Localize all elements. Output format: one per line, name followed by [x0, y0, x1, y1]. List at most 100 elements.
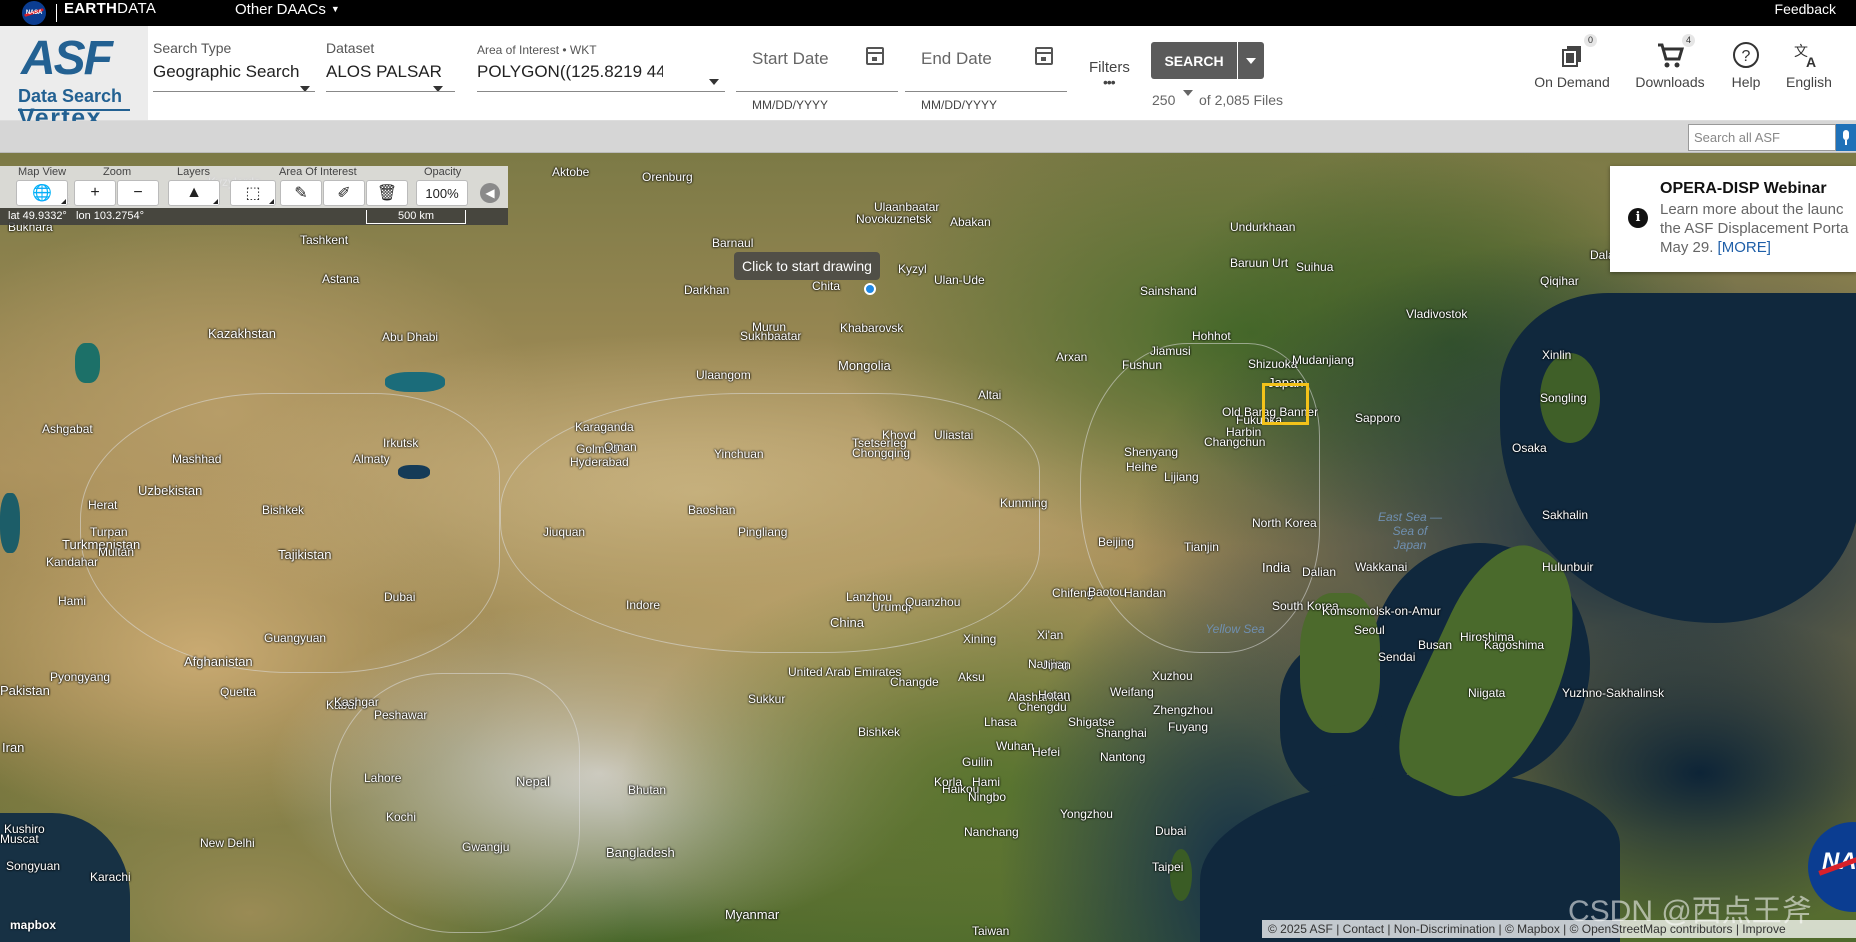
map-place-label: Mongolia — [838, 358, 891, 373]
map-place-label: Changchun — [1204, 435, 1266, 449]
nasa-logo-icon[interactable]: NASA — [22, 1, 46, 25]
field-underline — [477, 91, 725, 92]
layers-button[interactable]: ▲ — [168, 180, 220, 206]
aoi-label: Area of Interest • WKT — [477, 43, 597, 57]
filters-button[interactable]: Filters ••• — [1089, 59, 1130, 90]
map-place-label: Karachi — [90, 870, 131, 884]
language-button[interactable]: 文A English — [1786, 40, 1832, 90]
search-type-select[interactable]: Search Type Geographic Search — [153, 40, 315, 92]
map-place-label: Quetta — [220, 685, 257, 699]
microphone-icon[interactable] — [1836, 124, 1856, 151]
area-of-interest-box[interactable] — [1262, 383, 1309, 425]
search-all-asf-input[interactable]: Search all ASF — [1688, 124, 1836, 151]
map-place-label: Hyderabad — [570, 455, 629, 469]
feedback-link[interactable]: Feedback — [1775, 0, 1836, 18]
map-place-label: Wuhan — [996, 739, 1034, 753]
calendar-icon[interactable] — [1035, 47, 1053, 65]
map-place-label: Handan — [1124, 586, 1167, 600]
map-view-button[interactable]: 🌐 — [16, 180, 68, 206]
caret-down-icon: ▼ — [330, 4, 340, 14]
dataset-value: ALOS PALSAR — [326, 62, 442, 81]
calendar-icon[interactable] — [866, 47, 884, 65]
map-place-label: Baoshan — [688, 503, 736, 517]
edit-aoi-button[interactable]: ✎ — [280, 180, 322, 206]
map-place-label: Nepal — [516, 774, 550, 789]
sea-label: Yellow Sea — [1205, 622, 1265, 636]
dataset-select[interactable]: Dataset ALOS PALSAR — [326, 40, 455, 92]
map-place-label: New Delhi — [200, 836, 255, 850]
map-place-label: Almaty — [353, 452, 390, 466]
map-place-label: Myanmar — [725, 907, 780, 922]
map-place-label: Niigata — [1468, 686, 1506, 700]
map-place-label: Xi'an — [1037, 628, 1064, 642]
map-place-label: Heihe — [1126, 460, 1158, 474]
zoom-out-button[interactable]: − — [117, 180, 159, 206]
aoi-options-caret-icon[interactable] — [709, 79, 719, 85]
opacity-select[interactable]: 100% — [416, 180, 468, 206]
pencil-icon: ✎ — [294, 185, 308, 202]
start-date-format-hint: MM/DD/YYYY — [752, 98, 829, 112]
sea-label: East Sea — Sea of Japan — [1377, 510, 1443, 552]
delete-aoi-button[interactable]: 🗑 — [366, 180, 408, 206]
notification-more-link[interactable]: [MORE] — [1718, 239, 1771, 256]
map-place-label: Bangladesh — [606, 845, 675, 860]
map-view[interactable]: Kazakhstan Mongolia China Uzbekistan Turkmen… — [0, 153, 1856, 942]
more-dots-icon: ••• — [1103, 74, 1116, 90]
downloads-button[interactable]: 4 Downloads — [1632, 34, 1708, 90]
max-results-select[interactable]: 250 — [1152, 92, 1175, 108]
watermark: CSDN @西点王斧 — [1568, 895, 1812, 928]
clear-edit-button[interactable]: ✐ — [323, 180, 365, 206]
other-daacs-menu[interactable]: Other DAACs ▼ — [235, 0, 340, 19]
aoi-wkt-input[interactable]: Area of Interest • WKT POLYGON((125.8219… — [477, 43, 725, 92]
other-daacs-label: Other DAACs — [235, 1, 326, 18]
notification-body: Learn more about the launc the ASF Displ… — [1660, 200, 1856, 257]
end-date-input[interactable]: End Date MM/DD/YYYY — [905, 47, 1067, 112]
draw-box-button[interactable]: ⬚ — [230, 180, 276, 206]
dropdown-corner-icon — [213, 199, 218, 204]
result-count: of 2,085 Files — [1199, 92, 1284, 108]
east-china-sea-water — [1200, 773, 1620, 942]
map-place-label: Indore — [626, 598, 661, 612]
start-date-input[interactable]: Start Date MM/DD/YYYY — [736, 47, 898, 112]
map-place-label: Astana — [322, 272, 360, 286]
map-place-label: Kashgar — [334, 695, 379, 709]
aoi-value: POLYGON((125.8219 44.7 — [477, 62, 663, 81]
on-demand-label: On Demand — [1534, 74, 1610, 90]
map-place-label: Bhutan — [628, 783, 667, 797]
search-options-dropdown[interactable] — [1238, 42, 1264, 79]
map-place-label: Khabarovsk — [840, 321, 904, 335]
info-icon: i — [1628, 208, 1648, 228]
map-place-label: Nanchang — [964, 825, 1019, 839]
map-place-label: Kagoshima — [1484, 638, 1545, 652]
logo-asf-text: ASF — [21, 32, 113, 85]
map-place-label: Hefei — [1032, 745, 1061, 759]
notification-line: the ASF Displacement Porta — [1660, 220, 1849, 237]
map-place-label: Abu Dhabi — [382, 330, 439, 344]
map-place-label: Osaka — [1512, 441, 1547, 455]
map-place-label: Songyuan — [6, 859, 61, 873]
mountain-icon: ▲ — [186, 184, 202, 201]
draw-cursor-marker — [864, 283, 876, 295]
earthdata-link[interactable]: EARTHDATA — [64, 0, 156, 18]
zoom-in-button[interactable]: + — [74, 180, 116, 206]
field-underline — [736, 91, 898, 92]
map-place-label: Quanzhou — [905, 595, 961, 609]
help-button[interactable]: ? Help — [1728, 40, 1764, 90]
trash-icon: 🗑 — [376, 185, 398, 202]
map-place-label: Uzbekistan — [138, 483, 203, 498]
map-place-label: Multan — [98, 545, 135, 559]
map-place-label: Kyzyl — [898, 262, 927, 276]
dropdown-corner-icon — [269, 199, 274, 204]
map-place-label: Hami — [58, 594, 87, 608]
scale-bar: 500 km — [366, 210, 466, 224]
on-demand-button[interactable]: 0 On Demand — [1533, 34, 1611, 90]
mapbox-logo[interactable]: mapbox — [10, 918, 56, 932]
search-button[interactable]: SEARCH — [1151, 42, 1237, 79]
collapse-toolbar-icon[interactable]: ◀ — [480, 183, 500, 203]
map-place-label: Guangyuan — [264, 631, 327, 645]
asf-vertex-logo[interactable]: ASF Data Search Vertex — [0, 26, 148, 131]
map-place-label: Korla — [934, 775, 963, 789]
webinar-notification[interactable]: i OPERA-DISP Webinar Learn more about th… — [1610, 166, 1856, 272]
field-underline — [905, 91, 1067, 92]
earthdata-topbar: NASA EARTHDATA Other DAACs ▼ Feedback — [0, 0, 1856, 26]
